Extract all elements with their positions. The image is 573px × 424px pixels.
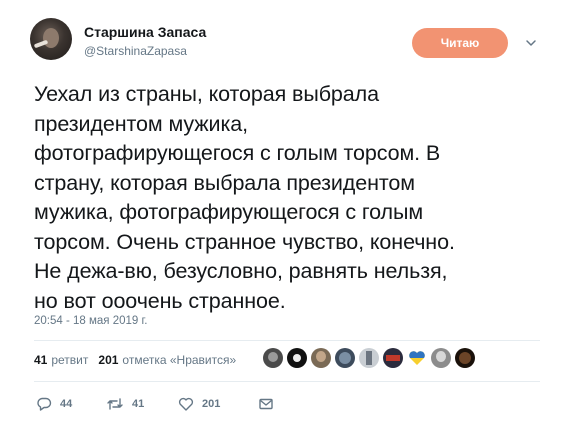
liker-avatar[interactable]	[455, 348, 475, 368]
message-action[interactable]	[258, 396, 274, 412]
avatar-face	[43, 28, 59, 48]
heart-icon	[178, 396, 194, 412]
tweet-timestamp[interactable]: 20:54 - 18 мая 2019 г.	[34, 315, 147, 327]
liker-avatar[interactable]	[263, 348, 283, 368]
retweet-action[interactable]: 41	[106, 396, 178, 412]
tweet-stats: 41 ретвит 201 отметка «Нравится»	[34, 346, 246, 374]
tweet-actions: 44 41 201	[36, 396, 274, 412]
divider-top	[34, 340, 540, 341]
author-handle[interactable]: @StarshinaZapasa	[84, 44, 187, 58]
likes-count: 201	[98, 353, 119, 367]
retweet-icon	[106, 396, 124, 412]
following-button[interactable]: Читаю	[412, 28, 508, 58]
retweets-label: ретвит	[51, 353, 89, 367]
like-count: 201	[202, 398, 221, 410]
like-action[interactable]: 201	[178, 396, 258, 412]
tweet-text: Уехал из страны, которая выбрала президе…	[34, 82, 455, 313]
likes-label: отметка «Нравится»	[122, 353, 237, 367]
reply-icon	[36, 396, 52, 412]
envelope-icon	[258, 396, 274, 412]
liker-avatar[interactable]	[335, 348, 355, 368]
retweets-count: 41	[34, 353, 48, 367]
author-name[interactable]: Старшина Запаса	[84, 24, 206, 40]
liker-avatar[interactable]	[359, 348, 379, 368]
heart-avatar-icon[interactable]	[407, 348, 427, 368]
likers-avatars	[263, 348, 479, 368]
reply-count: 44	[60, 398, 73, 410]
tweet-card: Старшина Запаса @StarshinaZapasa Читаю У…	[0, 0, 573, 424]
retweet-count: 41	[132, 398, 145, 410]
chevron-down-icon[interactable]	[524, 36, 538, 50]
liker-avatar[interactable]	[383, 348, 403, 368]
liker-avatar[interactable]	[287, 348, 307, 368]
divider-bottom	[34, 381, 540, 382]
liker-avatar[interactable]	[431, 348, 451, 368]
avatar-cigarette	[33, 39, 49, 49]
author-avatar[interactable]	[30, 18, 72, 60]
retweets-stat[interactable]: 41 ретвит	[34, 353, 88, 367]
liker-avatar[interactable]	[311, 348, 331, 368]
reply-action[interactable]: 44	[36, 396, 106, 412]
likes-stat[interactable]: 201 отметка «Нравится»	[98, 353, 236, 367]
